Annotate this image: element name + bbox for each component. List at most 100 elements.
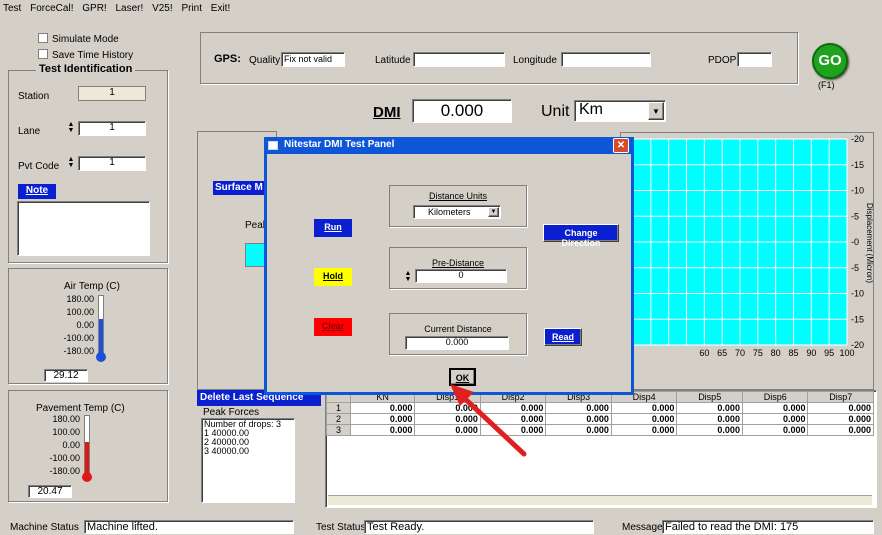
close-icon[interactable]: ✕ [613,138,629,153]
table-cell[interactable]: 0.000 [610,402,678,414]
clear-button[interactable]: Clear [314,318,352,336]
menu-forcecal[interactable]: ForceCal! [27,0,76,14]
table-cell[interactable]: 0.000 [349,424,416,436]
chevron-down-icon[interactable]: ▼ [648,102,664,120]
x-tick-label: 80 [771,348,781,358]
pre-distance-input[interactable]: 0 [415,269,507,283]
menu-test[interactable]: Test [0,0,24,14]
row-number: 1 [326,402,351,414]
pre-distance-spin-icon[interactable]: ▲ ▼ [403,270,413,283]
table-cell[interactable]: 0.000 [545,424,612,436]
pvt-code-input[interactable]: 1 [78,156,146,171]
simulate-mode-checkbox[interactable]: Simulate Mode [38,33,119,45]
row-number: 2 [326,413,351,425]
latitude-label: Latitude [375,55,411,66]
pavement-bulb-icon [82,472,92,482]
table-cell[interactable]: 0.000 [807,413,874,425]
x-tick-label: 90 [806,348,816,358]
chart-y-axis: -20-15-10-5-0-5-10-15-20 [851,134,864,350]
air-tick: 100.00 [66,307,94,317]
note-textarea[interactable] [17,201,150,256]
pavement-temp-scale: 180.00 100.00 0.00 -100.00 -180.00 [30,413,80,478]
table-cell[interactable]: 0.000 [676,413,743,425]
air-tick: -100.00 [63,333,94,343]
row-number: 3 [326,424,351,436]
menu-bar: Test ForceCal! GPR! Laser! V25! Print Ex… [0,0,882,18]
table-cell[interactable]: 0.000 [610,424,678,436]
hold-button[interactable]: Hold [314,268,352,286]
table-cell[interactable]: 0.000 [545,413,612,425]
pave-tick: -100.00 [49,453,80,463]
menu-v25[interactable]: V25! [149,0,176,14]
distance-units-select[interactable]: Kilometers ▼ [413,205,501,219]
gps-label: GPS: [214,53,241,65]
latitude-field [413,52,505,67]
station-field: 1 [78,86,146,101]
surface-button[interactable]: Surface M [213,181,269,195]
table-cell[interactable]: 0.000 [676,402,743,414]
checkbox-box[interactable] [38,33,48,43]
test-identification-title: Test Identification [36,63,136,75]
results-grid[interactable]: KN Disp1 Disp2 Disp3 Disp4 Disp5 Disp6 D… [325,390,877,508]
x-tick-label: 70 [735,348,745,358]
y-tick-label: -0 [851,237,859,247]
table-cell[interactable]: 0.000 [545,402,612,414]
y-tick-label: -10 [851,289,864,299]
machine-status-value: Machine lifted. [84,520,294,534]
table-cell[interactable]: 0.000 [349,402,416,414]
go-hotkey-hint: (F1) [818,80,835,90]
x-tick-label: 65 [717,348,727,358]
menu-laser[interactable]: Laser! [113,0,147,14]
lane-spin-icon[interactable]: ▲ ▼ [66,121,76,134]
pave-tick: 100.00 [52,427,80,437]
pvt-spin-icon[interactable]: ▲ ▼ [66,156,76,169]
air-bulb-icon [96,352,106,362]
annotation-arrow [450,384,527,457]
current-distance-label: Current Distance [424,324,492,334]
chart-panel: -20 -15 -10 -5 -0 -5 -10 -15 -20 60 65 70 75 80 85 90 9… [620,132,874,390]
table-cell[interactable]: 0.000 [610,413,678,425]
dmi-test-dialog: Nitestar DMI Test Panel ✕ Run Hold Clear… [264,137,634,395]
y-tick-label: -5 [851,263,859,273]
dialog-title: Nitestar DMI Test Panel [284,139,395,150]
table-cell[interactable]: 0.000 [741,424,809,436]
column-header[interactable]: Disp7 [807,391,874,403]
menu-exit[interactable]: Exit! [208,0,233,14]
go-button[interactable]: GO [812,43,848,79]
longitude-field [561,52,651,67]
horizontal-scrollbar[interactable] [328,495,872,505]
table-cell[interactable]: 0.000 [807,402,874,414]
machine-status-label: Machine Status [10,522,79,533]
dmi-label: DMI [373,104,401,121]
table-cell[interactable]: 0.000 [807,424,874,436]
menu-gpr[interactable]: GPR! [79,0,109,14]
table-cell[interactable]: 0.000 [741,402,809,414]
current-distance-value: 0.000 [405,336,509,350]
pavement-temp-value: 20.47 [28,485,72,498]
menu-print[interactable]: Print [178,0,205,14]
pvt-code-label: Pvt Code [18,161,60,172]
pavement-thermometer-fill [85,442,89,474]
column-header[interactable]: Disp5 [676,391,743,403]
quality-field: Fix not valid [281,52,345,67]
checkbox-box[interactable] [38,49,48,59]
dialog-body: Run Hold Clear Distance Units Kilometers… [267,154,631,392]
lane-input[interactable]: 1 [78,121,146,136]
table-cell[interactable]: 0.000 [349,413,416,425]
run-button[interactable]: Run [314,219,352,237]
unit-select[interactable]: Km ▼ [574,100,666,122]
chart-y-label: Displacement (Micron) [865,203,874,283]
table-cell[interactable]: 0.000 [676,424,743,436]
y-tick-label: -15 [851,314,864,324]
peak-forces-title: Peak Forces [203,407,260,418]
change-direction-button[interactable]: Change Direction [543,224,619,248]
table-row: 3 0.000 0.000 0.000 0.000 0.000 0.000 0.… [326,424,874,436]
note-button[interactable]: Note [18,184,56,199]
test-status-label: Test Status [316,522,366,533]
column-header[interactable]: Disp6 [741,391,809,403]
peak-forces-list[interactable]: Number of drops: 3 1 40000.00 2 40000.00… [201,418,295,503]
read-button[interactable]: Read [544,328,582,346]
chevron-down-icon[interactable]: ▼ [488,207,499,217]
save-history-checkbox[interactable]: Save Time History [38,49,133,61]
table-cell[interactable]: 0.000 [741,413,809,425]
